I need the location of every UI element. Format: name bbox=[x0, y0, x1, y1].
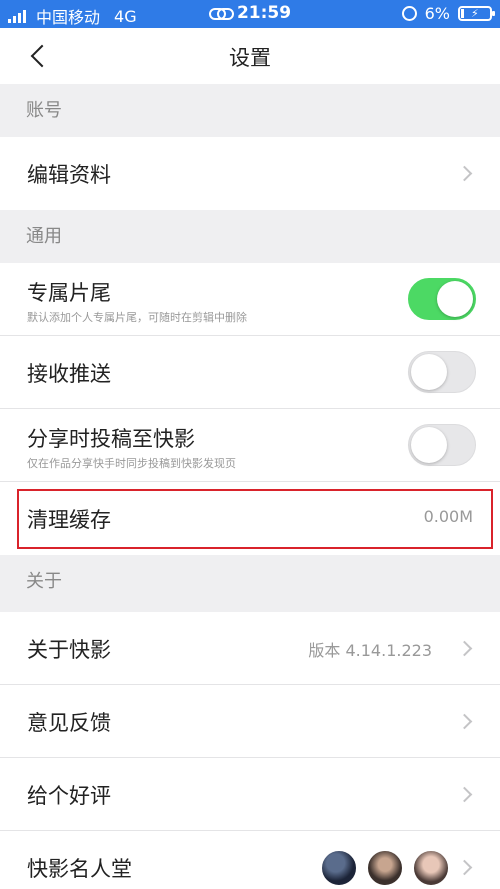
version-value: 版本 4.14.1.223 bbox=[308, 641, 432, 660]
toggle-knob bbox=[411, 427, 447, 463]
toggle-knob bbox=[437, 281, 473, 317]
status-time: 21:59 bbox=[236, 3, 292, 23]
chevron-right-icon bbox=[456, 713, 473, 730]
alarm-icon bbox=[401, 6, 417, 21]
share-submit-row: 分享时投稿至快影 仅在作品分享快手时同步投稿到快影发现页 bbox=[0, 409, 500, 482]
avatar bbox=[320, 849, 358, 887]
status-bar: 中国移动 4G 21:59 6% ⚡ bbox=[0, 0, 500, 28]
feedback-row[interactable]: 意见反馈 bbox=[0, 685, 500, 758]
toggle-knob bbox=[411, 354, 447, 390]
share-submit-toggle[interactable] bbox=[408, 424, 476, 466]
custom-outro-toggle[interactable] bbox=[408, 278, 476, 320]
hall-of-fame-label: 快影名人堂 bbox=[27, 857, 132, 881]
receive-push-toggle[interactable] bbox=[408, 351, 476, 393]
about-app-row[interactable]: 关于快影 版本 4.14.1.223 bbox=[0, 612, 500, 685]
section-header-about: 关于 bbox=[0, 555, 500, 608]
page-title: 设置 bbox=[229, 46, 271, 70]
feedback-label: 意见反馈 bbox=[27, 711, 111, 735]
about-app-label: 关于快影 bbox=[27, 638, 111, 662]
status-right: 6% ⚡ bbox=[401, 4, 495, 23]
rate-app-label: 给个好评 bbox=[27, 784, 111, 808]
chevron-right-icon bbox=[456, 165, 473, 182]
section-header-account: 账号 bbox=[0, 84, 500, 137]
receive-push-label: 接收推送 bbox=[27, 362, 111, 386]
avatar bbox=[412, 849, 450, 887]
chevron-right-icon bbox=[456, 640, 473, 657]
receive-push-row: 接收推送 bbox=[0, 336, 500, 409]
edit-profile-label: 编辑资料 bbox=[27, 163, 111, 187]
avatar bbox=[366, 849, 404, 887]
chevron-right-icon bbox=[456, 859, 473, 876]
share-submit-sublabel: 仅在作品分享快手时同步投稿到快影发现页 bbox=[27, 457, 236, 470]
custom-outro-row: 专属片尾 默认添加个人专属片尾，可随时在剪辑中删除 bbox=[0, 263, 500, 336]
clear-cache-label: 清理缓存 bbox=[27, 508, 111, 532]
hall-of-fame-row[interactable]: 快影名人堂 bbox=[0, 831, 500, 889]
battery-icon: ⚡ bbox=[458, 6, 495, 21]
nav-bar: 设置 bbox=[0, 28, 500, 84]
custom-outro-label: 专属片尾 bbox=[27, 281, 111, 305]
share-submit-label: 分享时投稿至快影 bbox=[27, 427, 195, 451]
rate-app-row[interactable]: 给个好评 bbox=[0, 758, 500, 831]
edit-profile-row[interactable]: 编辑资料 bbox=[0, 137, 500, 210]
link-icon bbox=[208, 7, 234, 20]
cache-size-value: 0.00M bbox=[423, 507, 473, 526]
custom-outro-sublabel: 默认添加个人专属片尾，可随时在剪辑中删除 bbox=[27, 311, 247, 324]
battery-percent: 6% bbox=[424, 4, 450, 23]
chevron-right-icon bbox=[456, 786, 473, 803]
section-header-general: 通用 bbox=[0, 210, 500, 263]
clear-cache-row[interactable]: 清理缓存 0.00M bbox=[0, 482, 500, 555]
avatar-stack bbox=[312, 849, 450, 887]
